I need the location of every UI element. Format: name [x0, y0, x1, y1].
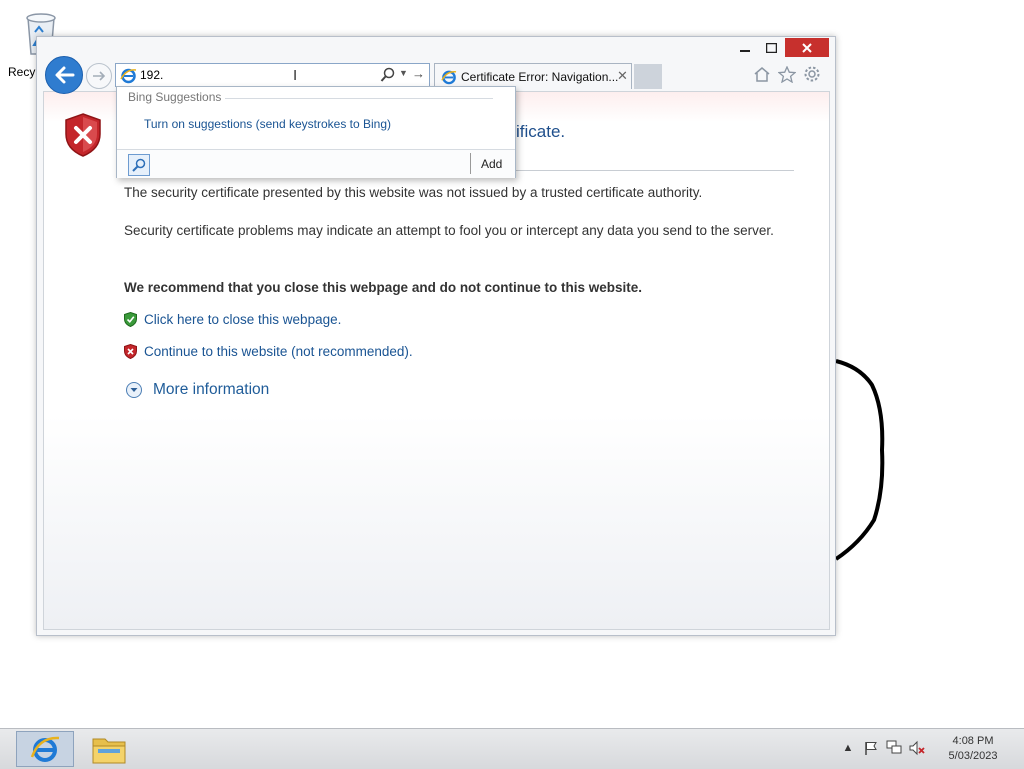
close-icon — [802, 42, 812, 53]
continue-link[interactable]: Continue to this website (not recommende… — [144, 344, 413, 359]
tab-close-icon[interactable]: ✕ — [617, 68, 628, 84]
expand-icon — [126, 382, 142, 398]
suggestions-footer: Add — [117, 149, 515, 178]
search-icon — [132, 158, 146, 172]
network-icon[interactable] — [886, 740, 902, 756]
continue-row: Continue to this website (not recommende… — [124, 344, 413, 359]
back-button[interactable] — [45, 56, 83, 94]
cert-message-1: The security certificate presented by th… — [124, 185, 703, 200]
window-controls — [731, 38, 829, 58]
minimize-icon — [739, 49, 750, 52]
favorites-button[interactable] — [777, 64, 796, 84]
favorites-icon — [777, 65, 796, 83]
home-button[interactable] — [752, 64, 771, 84]
add-provider-button[interactable]: Add — [481, 157, 502, 171]
close-window-button[interactable] — [785, 38, 829, 57]
shield-error-icon — [124, 344, 137, 359]
shield-error-icon — [65, 113, 101, 157]
ie-icon — [30, 736, 60, 762]
tools-button[interactable] — [802, 64, 821, 84]
forward-icon — [93, 71, 106, 81]
address-input[interactable] — [140, 66, 340, 84]
search-provider-button[interactable] — [128, 154, 150, 176]
search-icon[interactable] — [380, 67, 395, 83]
back-icon — [55, 66, 75, 84]
forward-button[interactable] — [86, 63, 112, 89]
maximize-icon — [766, 42, 777, 53]
flag-icon[interactable] — [863, 740, 879, 756]
system-tray: ▲ — [840, 740, 925, 756]
suggestions-divider — [225, 98, 493, 99]
tools-gear-icon — [804, 66, 819, 82]
close-page-link[interactable]: Click here to close this webpage. — [144, 312, 341, 327]
home-icon — [754, 66, 769, 82]
taskbar-clock[interactable]: 4:08 PM 5/03/2023 — [938, 734, 1008, 764]
maximize-button[interactable] — [758, 38, 785, 57]
volume-muted-icon[interactable] — [909, 740, 925, 756]
address-bar[interactable]: I ▼ → — [115, 63, 430, 87]
ie-icon — [441, 70, 457, 85]
turn-on-suggestions-link[interactable]: Turn on suggestions (send keystrokes to … — [144, 117, 391, 131]
go-icon[interactable]: → — [412, 66, 425, 81]
tray-overflow-icon[interactable]: ▲ — [840, 740, 856, 756]
dropdown-icon[interactable]: ▼ — [399, 68, 408, 78]
taskbar-explorer-button[interactable] — [80, 731, 138, 767]
taskbar: ▲ 4:08 PM 5/03/2023 — [0, 728, 1024, 769]
shield-ok-icon — [124, 312, 137, 327]
address-suggestions-dropdown: Bing Suggestions Turn on suggestions (se… — [116, 86, 516, 178]
footer-separator — [470, 153, 471, 174]
taskbar-ie-button[interactable] — [16, 731, 74, 767]
page-heading: ificate. — [516, 122, 566, 141]
new-tab-button[interactable] — [634, 64, 662, 89]
cert-message-2: Security certificate problems may indica… — [124, 223, 774, 238]
close-page-row: Click here to close this webpage. — [124, 312, 341, 327]
clock-date: 5/03/2023 — [948, 750, 998, 762]
tab-title: Certificate Error: Navigation... — [461, 70, 619, 84]
recommendation-text: We recommend that you close this webpage… — [124, 280, 643, 295]
command-icons — [752, 64, 821, 84]
more-information-label: More information — [153, 381, 270, 398]
text-cursor-icon: I — [293, 67, 298, 84]
file-explorer-icon — [92, 738, 126, 764]
suggestions-header: Bing Suggestions — [128, 90, 222, 104]
ie-icon — [120, 68, 137, 84]
clock-time: 4:08 PM — [952, 735, 994, 747]
more-information-toggle[interactable]: More information — [126, 381, 269, 399]
desktop-drawing — [834, 359, 885, 561]
minimize-button[interactable] — [731, 38, 758, 57]
